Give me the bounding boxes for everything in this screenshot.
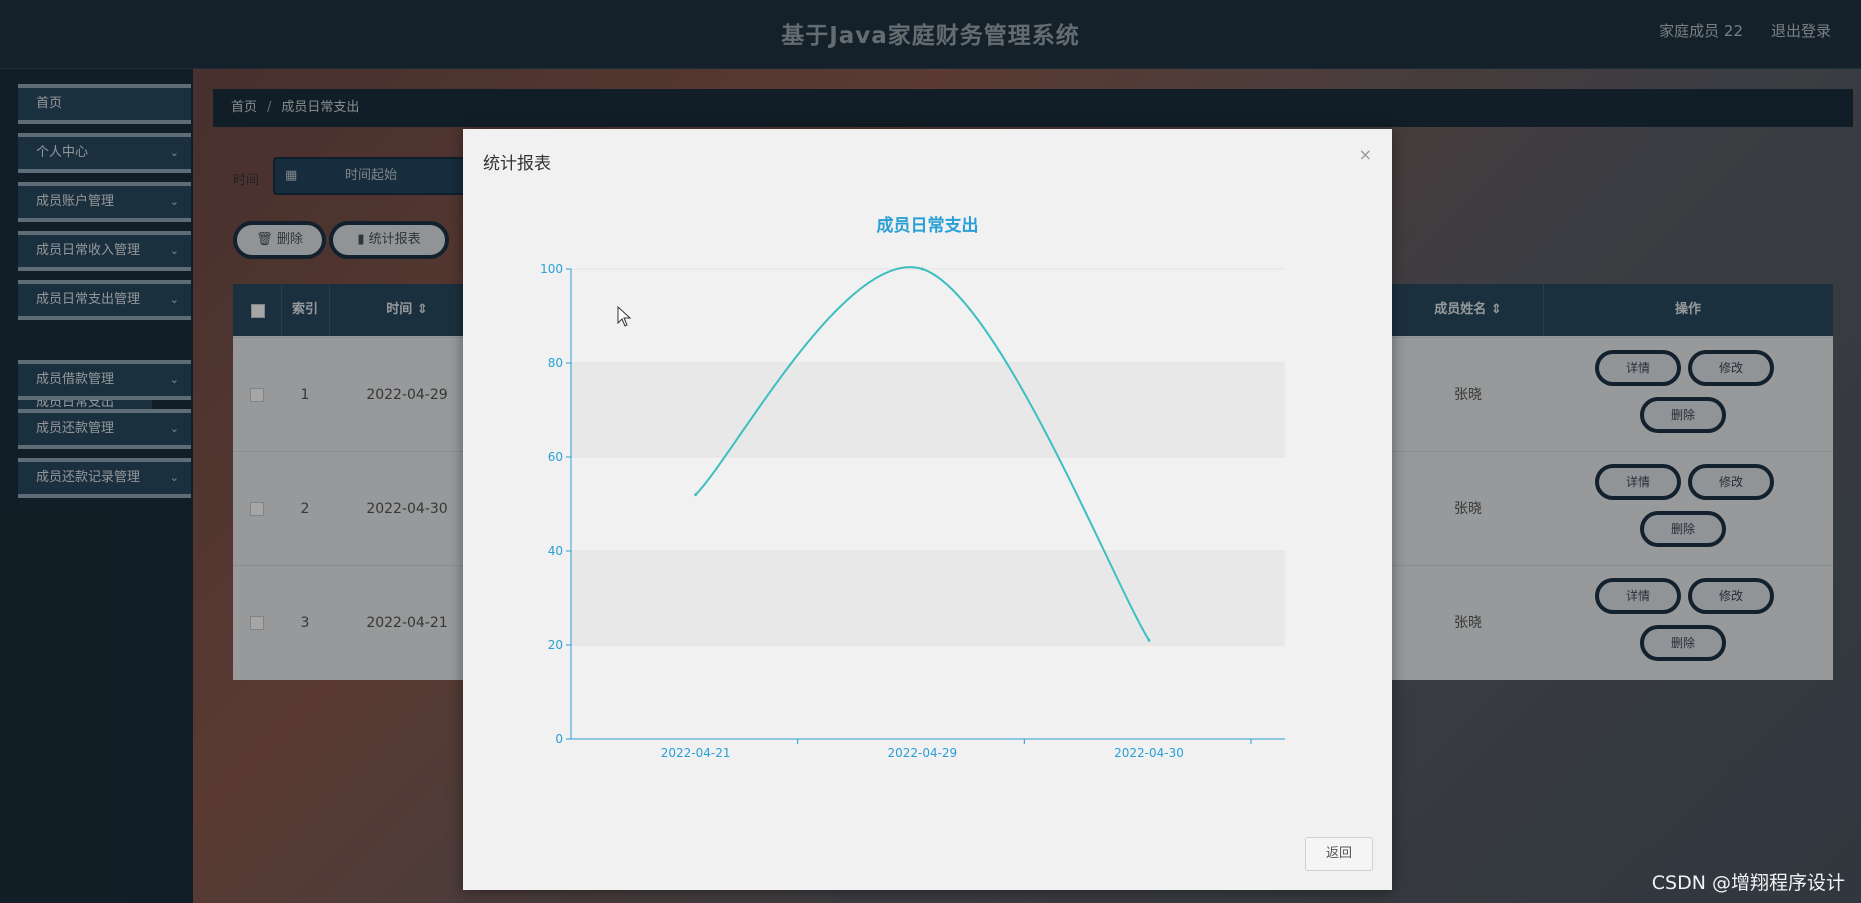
y-tick-label: 60 [548, 450, 563, 464]
data-point [1147, 638, 1151, 642]
data-point [920, 267, 924, 271]
return-button[interactable]: 返回 [1305, 837, 1373, 871]
y-tick-label: 20 [548, 638, 563, 652]
y-tick-label: 0 [555, 732, 563, 746]
x-tick-label: 2022-04-21 [661, 746, 731, 760]
x-tick-label: 2022-04-30 [1114, 746, 1184, 760]
mouse-cursor-icon [617, 306, 632, 327]
grid-band [571, 551, 1285, 645]
line-chart: 0 20 40 60 80 100 2022-04-21 2022-04-29 2022-04-… [540, 262, 1285, 760]
y-tick-label: 100 [540, 262, 563, 276]
data-point [694, 493, 698, 497]
y-tick-label: 80 [548, 356, 563, 370]
grid-band [571, 363, 1285, 457]
x-tick-label: 2022-04-29 [887, 746, 957, 760]
y-tick-label: 40 [548, 544, 563, 558]
report-modal: 统计报表 × 成员日常支出 0 20 40 60 80 100 2022-04-21 2022… [463, 129, 1392, 890]
watermark: CSDN @增翔程序设计 [1651, 872, 1845, 894]
